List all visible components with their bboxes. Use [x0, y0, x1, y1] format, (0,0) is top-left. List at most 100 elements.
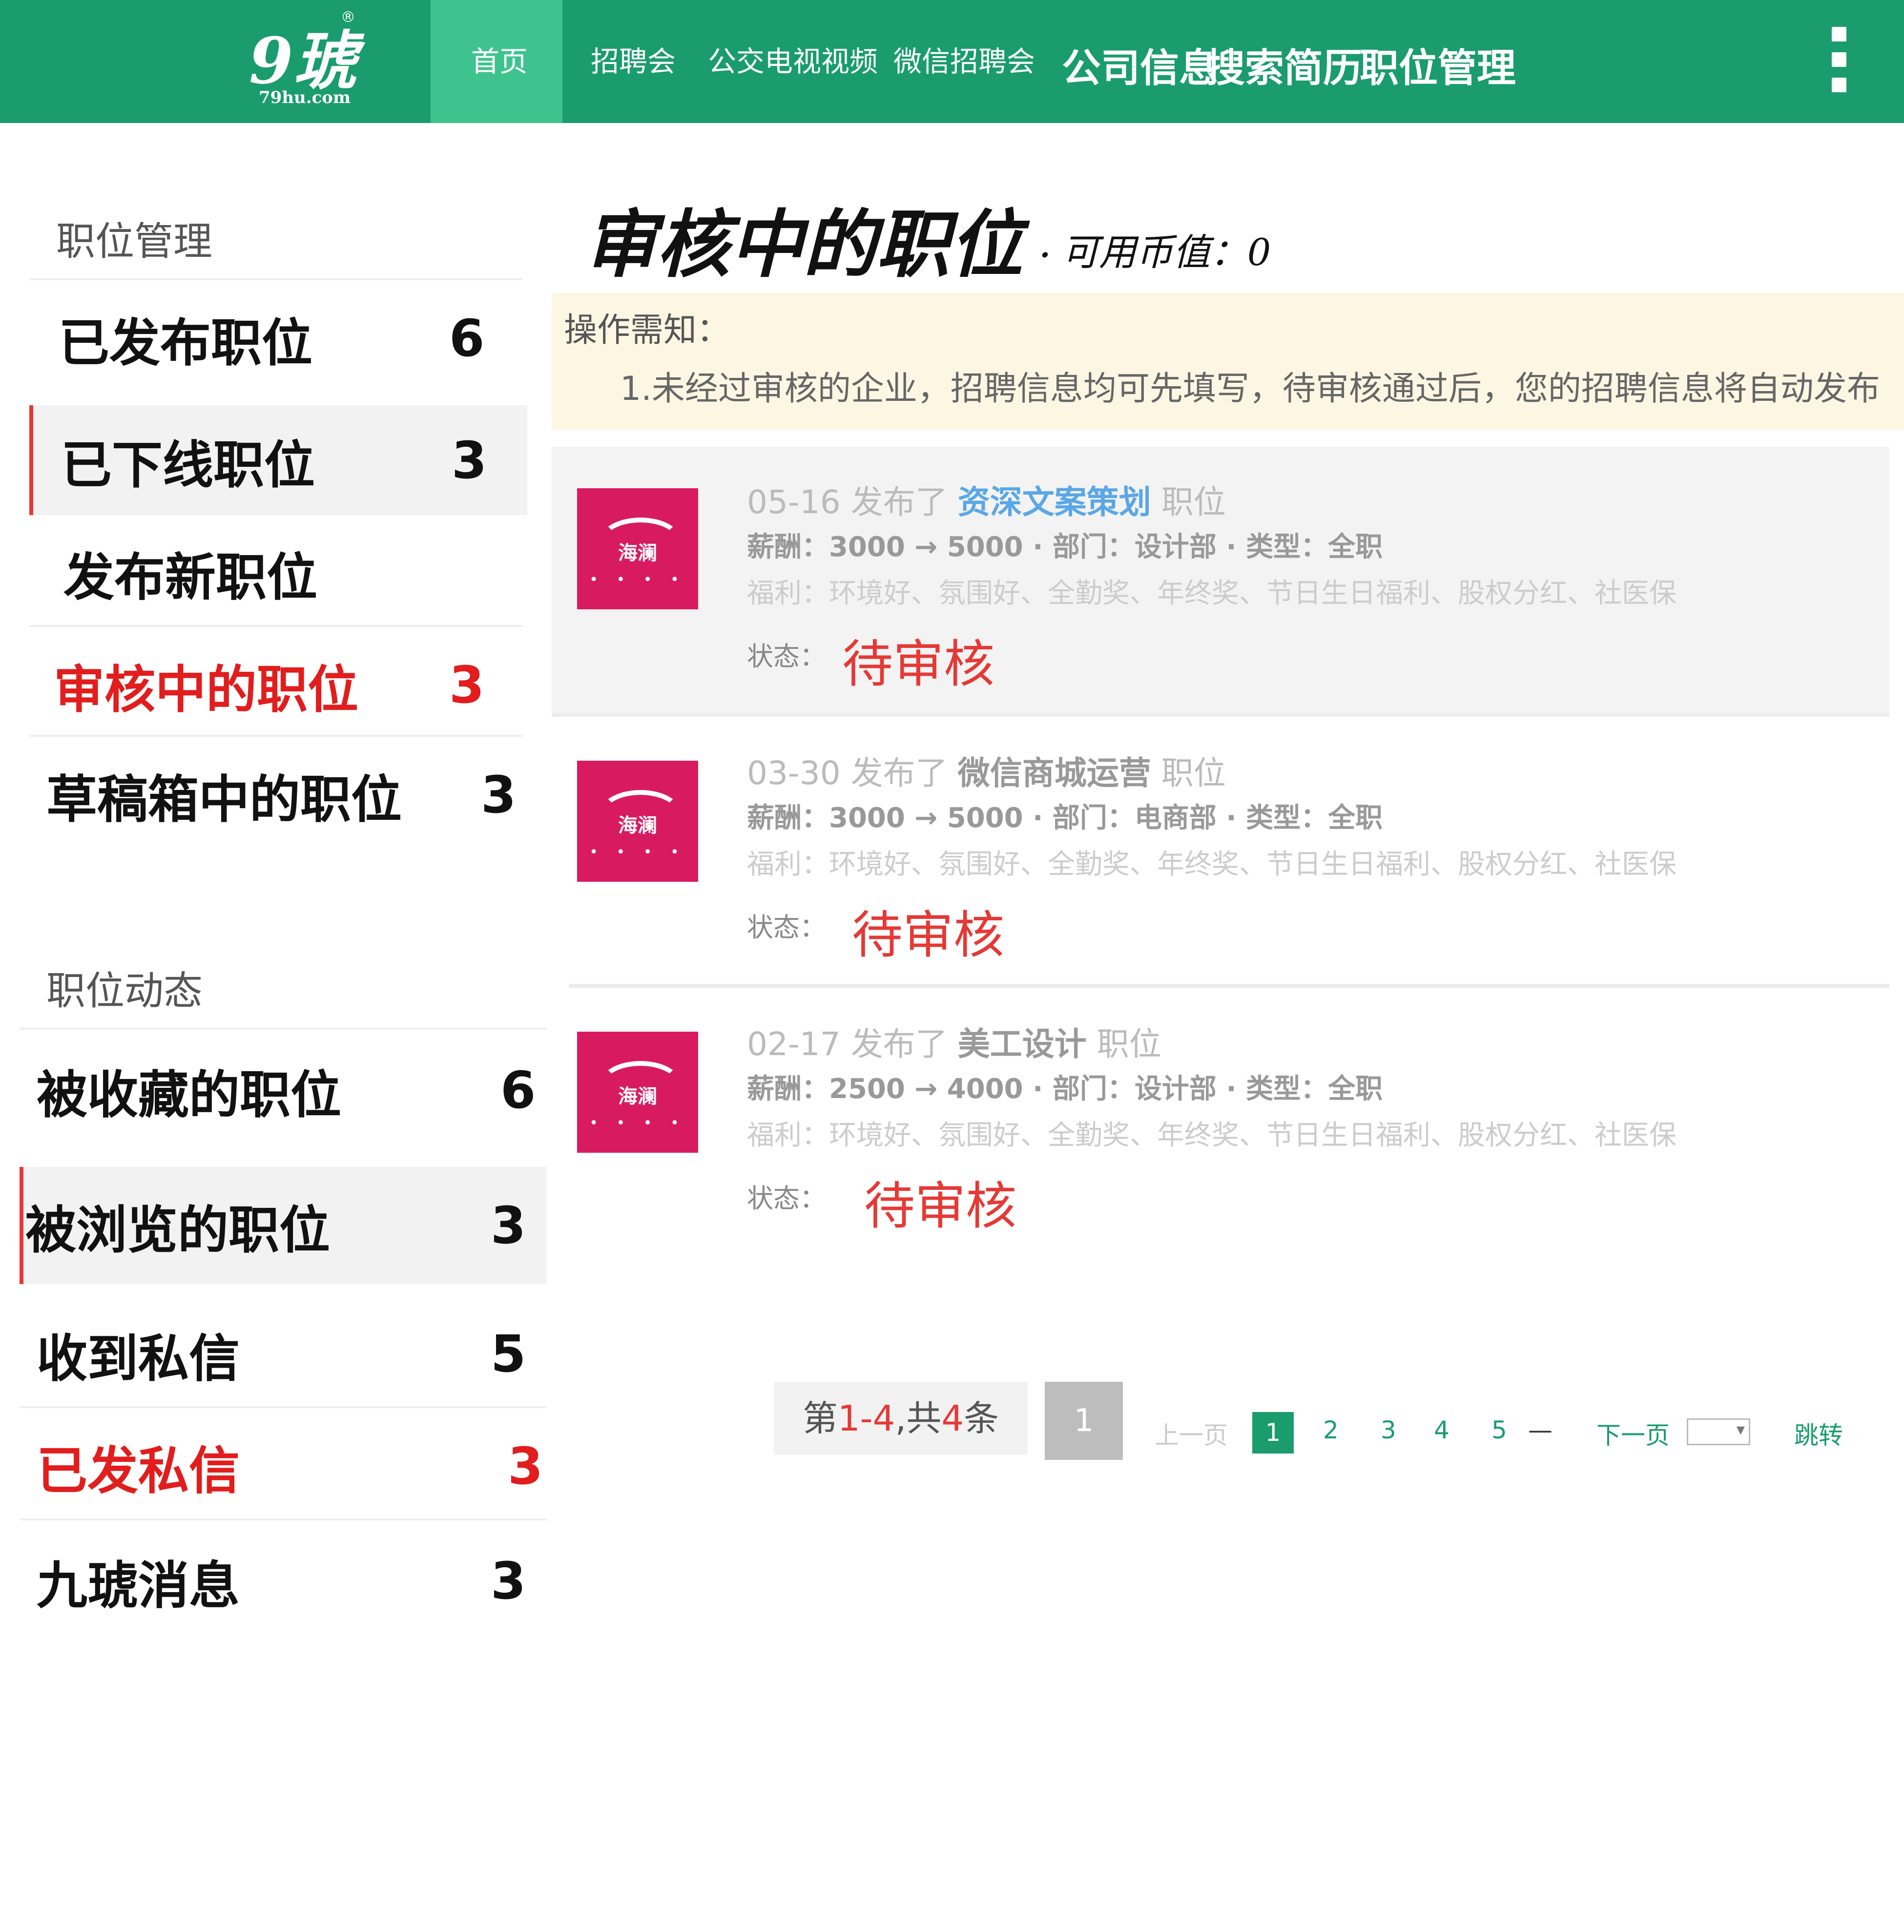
pagination-info-suffix: 条 [964, 1398, 999, 1439]
sidebar-item-drafts[interactable]: 草稿箱中的职位 3 [29, 740, 547, 850]
job-date: 05-16 [747, 483, 841, 521]
nav-company-info[interactable]: 公司信息 [1062, 0, 1218, 123]
divider [29, 625, 522, 627]
pagination-page-3[interactable]: 3 [1381, 1416, 1396, 1444]
company-logo-text: 海澜 [618, 1085, 657, 1108]
pagination-goto-input[interactable]: ▾ [1687, 1418, 1750, 1445]
divider [20, 1028, 547, 1030]
top-navigation-bar: 9琥 ® 79hu.com 首页 招聘会 公交电视视频 微信招聘会 公司信息 搜… [0, 0, 1904, 123]
sidebar-item-count: 6 [449, 308, 485, 368]
pagination-current-button[interactable]: 1 [1045, 1382, 1123, 1460]
job-date: 02-17 [747, 1025, 841, 1063]
job-status-label: 状态： [747, 641, 826, 672]
job-benefits-line: 福利：环境好、氛围好、全勤奖、年终奖、节日生日福利、股权分红、社医保 [747, 849, 1676, 880]
pagination-page-4[interactable]: 4 [1434, 1416, 1449, 1444]
pagination-info: 第1-4,共4条 [774, 1382, 1028, 1455]
sidebar-item-viewed[interactable]: 被浏览的职位 3 [20, 1167, 547, 1284]
company-logo-text: 海澜 [618, 542, 657, 564]
nav-search-resume[interactable]: 搜索简历 [1206, 0, 1362, 123]
sidebar-item-count: 3 [481, 765, 517, 825]
notice-text: 1.未经过审核的企业，招聘信息均可先填写，待审核通过后，您的招聘信息将自动发布 [620, 370, 1880, 408]
pagination-page-5[interactable]: 5 [1491, 1416, 1507, 1444]
sidebar-item-published[interactable]: 已发布职位 6 [29, 283, 547, 393]
job-card[interactable]: 海澜 • • • • 05-16 发布了 资深文案策划 职位 薪酬：3000 →… [552, 447, 1889, 713]
job-status-badge: 待审核 [864, 1176, 1017, 1236]
pagination-info-total: 4 [941, 1398, 964, 1439]
sidebar-item-offline[interactable]: 已下线职位 3 [29, 405, 527, 515]
site-logo[interactable]: 9琥 ® 79hu.com [234, 5, 361, 117]
nav-job-fair[interactable]: 招聘会 [591, 0, 676, 123]
job-published-text: 发布了 [850, 754, 948, 792]
logo-domain-text: 79hu.com [259, 88, 351, 107]
job-title-line: 03-30 发布了 微信商城运营 职位 [747, 747, 1226, 794]
job-benefits-line: 福利：环境好、氛围好、全勤奖、年终奖、节日生日福利、股权分红、社医保 [747, 578, 1676, 609]
sidebar-item-new-position[interactable]: 发布新职位 [29, 518, 547, 627]
divider [29, 278, 522, 280]
job-status-label: 状态： [747, 912, 826, 943]
company-logo: 海澜 • • • • [577, 1032, 698, 1153]
pagination-page-1[interactable]: 1 [1252, 1412, 1294, 1454]
sidebar-item-messages-sent[interactable]: 已发私信 3 [20, 1411, 547, 1521]
pagination-next[interactable]: 下一页 [1596, 1416, 1670, 1451]
vertical-dots-menu-icon[interactable] [1832, 27, 1849, 95]
pagination-info-mid: ,共 [895, 1398, 942, 1439]
notice-title: 操作需知： [564, 311, 730, 350]
divider [29, 735, 522, 737]
registered-mark-icon: ® [341, 9, 355, 26]
sidebar-item-count: 3 [491, 1551, 526, 1611]
sidebar-item-label: 收到私信 [37, 1329, 240, 1388]
job-card[interactable]: 海澜 • • • • 03-30 发布了 微信商城运营 职位 薪酬：3000 →… [552, 718, 1889, 984]
nav-position-management[interactable]: 职位管理 [1360, 0, 1516, 123]
pagination-ellipsis: — [1528, 1416, 1552, 1444]
sidebar-item-messages-received[interactable]: 收到私信 5 [20, 1299, 547, 1409]
job-suffix: 职位 [1161, 483, 1226, 521]
job-date: 03-30 [747, 754, 841, 792]
job-name-link[interactable]: 美工设计 [958, 1025, 1087, 1063]
job-status-badge: 待审核 [842, 634, 995, 694]
pagination-goto-button[interactable]: 跳转 [1794, 1416, 1843, 1451]
sidebar-item-count: 3 [449, 655, 485, 715]
pagination-info-prefix: 第 [802, 1398, 838, 1439]
job-title-line: 05-16 发布了 资深文案策划 职位 [747, 476, 1226, 523]
sidebar-item-label: 草稿箱中的职位 [46, 769, 402, 829]
sidebar-item-label: 九琥消息 [37, 1556, 240, 1615]
sidebar-position-activity: 职位动态 被收藏的职位 6 被浏览的职位 3 收到私信 5 已发私信 3 九琥消… [20, 937, 557, 1645]
nav-wechat-job-fair[interactable]: 微信招聘会 [893, 0, 1035, 123]
job-published-text: 发布了 [850, 1025, 948, 1063]
sidebar-item-label: 审核中的职位 [54, 660, 359, 719]
job-name-link[interactable]: 微信商城运营 [958, 754, 1151, 792]
sidebar-item-label: 已发布职位 [59, 313, 313, 373]
job-salary-line: 薪酬：3000 → 5000 · 部门：电商部 · 类型：全职 [747, 802, 1383, 834]
sidebar-heading: 职位动态 [46, 968, 203, 1014]
sidebar-item-label: 已下线职位 [61, 435, 315, 495]
company-logo: 海澜 • • • • [577, 761, 698, 882]
job-status-badge: 待审核 [852, 905, 1005, 965]
coin-balance: · 可用币值：0 [1040, 230, 1271, 274]
sidebar-item-under-review[interactable]: 审核中的职位 3 [29, 630, 547, 740]
nav-home[interactable]: 首页 [471, 0, 528, 123]
job-published-text: 发布了 [850, 483, 948, 521]
notice-box: 操作需知： 1.未经过审核的企业，招聘信息均可先填写，待审核通过后，您的招聘信息… [552, 293, 1904, 430]
nav-bus-tv-video[interactable]: 公交电视视频 [708, 0, 878, 123]
divider [569, 984, 1889, 988]
job-name-link[interactable]: 资深文案策划 [958, 483, 1151, 521]
sidebar-item-favorited[interactable]: 被收藏的职位 6 [20, 1035, 547, 1145]
sidebar-item-jiuhu-messages[interactable]: 九琥消息 3 [20, 1526, 547, 1636]
sidebar-item-count: 6 [500, 1060, 536, 1120]
sidebar-item-label: 被收藏的职位 [37, 1065, 342, 1124]
sidebar-item-label: 被浏览的职位 [25, 1200, 331, 1260]
sidebar-item-label: 已发私信 [37, 1441, 240, 1500]
pagination-info-range: 1-4 [837, 1398, 895, 1439]
sidebar-item-count: 3 [491, 1196, 526, 1255]
job-salary-line: 薪酬：3000 → 5000 · 部门：设计部 · 类型：全职 [747, 531, 1383, 563]
divider [20, 1518, 547, 1520]
pagination-page-2[interactable]: 2 [1323, 1416, 1339, 1444]
divider [552, 713, 1889, 717]
company-logo-text: 海澜 [618, 814, 657, 837]
coin-balance-text: 可用币值：0 [1061, 230, 1271, 274]
job-title-line: 02-17 发布了 美工设计 职位 [747, 1018, 1161, 1065]
job-card[interactable]: 海澜 • • • • 02-17 发布了 美工设计 职位 薪酬：2500 → 4… [552, 989, 1889, 1255]
pagination-prev[interactable]: 上一页 [1155, 1416, 1228, 1451]
job-benefits-line: 福利：环境好、氛围好、全勤奖、年终奖、节日生日福利、股权分红、社医保 [747, 1120, 1676, 1151]
divider [20, 1406, 547, 1408]
